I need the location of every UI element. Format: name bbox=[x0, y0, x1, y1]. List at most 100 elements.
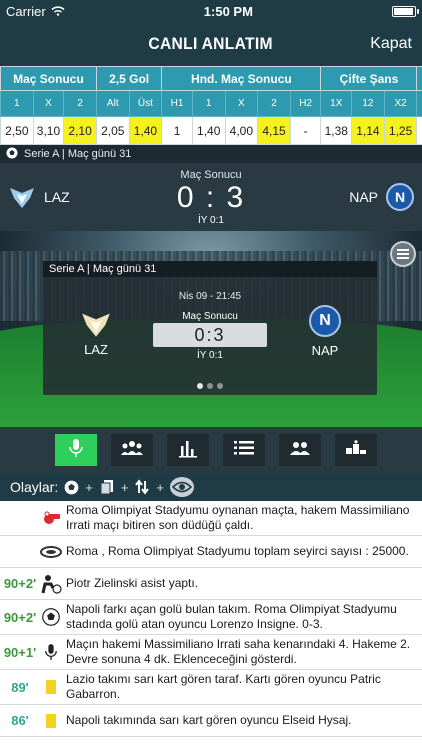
score-center: Maç Sonucu 0 : 3 İY 0:1 bbox=[177, 169, 245, 226]
away-team[interactable]: NAP N bbox=[349, 183, 414, 211]
event-row[interactable]: 90+2' Napoli farkı açan golü bulan takım.… bbox=[0, 600, 422, 635]
event-row[interactable]: 90+1' Maçın hakemi Massimiliano Irrati sa… bbox=[0, 635, 422, 670]
event-minute: 90+2' bbox=[3, 576, 37, 591]
tab-players[interactable] bbox=[279, 434, 321, 466]
odds-column-label: 2 bbox=[257, 90, 291, 117]
odds-value-cell[interactable]: 1 bbox=[161, 116, 193, 145]
standings-icon bbox=[345, 439, 367, 461]
odds-table: Maç Sonucu 2,5 Gol Hnd. Maç Sonucu Çifte Şa… bbox=[0, 66, 422, 145]
event-row[interactable]: 89' Lazio takımı sarı kart gören taraf. K… bbox=[0, 670, 422, 705]
events-filter-bar: Olaylar: + + + bbox=[0, 473, 422, 501]
match-card[interactable]: Serie A | Maç günü 31 Nis 09 - 21:45 LAZ… bbox=[43, 261, 377, 395]
tab-lineups[interactable] bbox=[111, 434, 153, 466]
substitution-icon bbox=[135, 479, 150, 495]
league-bar: Serie A | Maç günü 31 bbox=[0, 145, 422, 163]
filter-substitutions[interactable] bbox=[134, 479, 150, 495]
lineup-icon bbox=[120, 439, 144, 462]
list-icon bbox=[233, 440, 255, 461]
event-row[interactable]: 90+2' Piotr Zielinski asist yaptı. bbox=[0, 568, 422, 600]
lazio-crest-icon bbox=[8, 184, 36, 210]
event-text: Roma Olimpiyat Stadyumu oynanan maçta, h… bbox=[66, 503, 410, 532]
odds-column-header: 1 X 2 Alt Üst H1 1 X 2 H2 1X 12 X2 bbox=[0, 90, 422, 117]
nav-bar: CANLI ANLATIM Kapat bbox=[0, 22, 422, 66]
odds-values-row: 2,50 3,10 2,10 2,05 1,40 1 1,40 4,00 4,15-1,38 1,… bbox=[0, 116, 422, 145]
odds-value-cell[interactable]: - bbox=[289, 116, 322, 145]
scoreboard: LAZ Maç Sonucu 0 : 3 İY 0:1 NAP N bbox=[0, 163, 422, 231]
filter-goals[interactable] bbox=[64, 480, 79, 495]
odds-column-label bbox=[416, 90, 422, 117]
event-text: Napoli takımında sarı kart gören oyuncu … bbox=[66, 713, 352, 727]
page-dot[interactable] bbox=[217, 383, 223, 389]
odds-value-cell[interactable]: 2,05 bbox=[95, 116, 130, 145]
tab-commentary[interactable] bbox=[55, 434, 97, 466]
odds-value-cell[interactable]: 3,10 bbox=[32, 116, 65, 145]
filter-cards[interactable] bbox=[99, 479, 115, 495]
event-minute: 90+2' bbox=[3, 609, 37, 625]
close-button[interactable]: Kapat bbox=[370, 35, 412, 53]
card-away-team: N NAP bbox=[309, 305, 341, 358]
match-date: Nis 09 - 21:45 bbox=[178, 291, 242, 302]
carrier-group: Carrier bbox=[6, 4, 65, 19]
league-label: Serie A | Maç günü 31 bbox=[24, 148, 132, 160]
page-title: CANLI ANLATIM bbox=[148, 34, 274, 53]
odds-column-label: 1 bbox=[191, 90, 226, 117]
odds-value-cell[interactable]: 1,14 bbox=[351, 116, 385, 145]
odds-value-cell[interactable]: 4,00 bbox=[224, 116, 259, 145]
plus-icon: + bbox=[120, 479, 129, 495]
odds-column-label: H1 bbox=[161, 90, 193, 117]
odds-value-cell[interactable]: 1,40 bbox=[128, 116, 163, 145]
score: 0 : 3 bbox=[176, 181, 246, 214]
event-text: Roma , Roma Olimpiyat Stadyumu toplam se… bbox=[66, 544, 409, 558]
half-time-score: İY 0:1 bbox=[198, 215, 224, 226]
odds-value-cell[interactable]: 4,15 bbox=[257, 116, 291, 145]
event-minute: 86' bbox=[11, 713, 29, 728]
page-dot[interactable] bbox=[207, 383, 213, 389]
odds-value-cell[interactable]: 1,25 bbox=[383, 116, 418, 145]
cards-icon bbox=[100, 480, 113, 495]
odds-value-cell[interactable]: 1,38 bbox=[320, 116, 353, 145]
stadium-view: Serie A | Maç günü 31 Nis 09 - 21:45 LAZ… bbox=[0, 231, 422, 427]
event-minute: 89' bbox=[11, 679, 29, 695]
odds-column-label: 1 bbox=[0, 90, 34, 117]
odds-group-header: Maç Sonucu 2,5 Gol Hnd. Maç Sonucu Çifte Şa… bbox=[0, 66, 422, 91]
eye-icon[interactable] bbox=[170, 477, 195, 497]
odds-group-label: İl bbox=[416, 66, 422, 91]
odds-value-cell[interactable]: 2,50 bbox=[0, 116, 34, 145]
plus-icon: + bbox=[85, 479, 93, 495]
ball-icon bbox=[6, 147, 18, 162]
status-bar: Carrier 1:50 PM bbox=[0, 0, 422, 22]
home-team[interactable]: LAZ bbox=[8, 184, 70, 210]
tab-statistics[interactable] bbox=[167, 434, 209, 466]
odds-value-cell[interactable]: 2,10 bbox=[63, 116, 97, 145]
event-minute: 90+1' bbox=[3, 644, 37, 660]
microphone-icon bbox=[68, 438, 84, 463]
microphone-icon bbox=[40, 642, 62, 662]
card-away-team-name: NAP bbox=[311, 343, 339, 358]
event-row[interactable]: Roma , Roma Olimpiyat Stadyumu toplam se… bbox=[0, 536, 422, 568]
odds-column-label: Üst bbox=[128, 90, 163, 117]
page-dot[interactable] bbox=[197, 383, 203, 389]
events-label: Olaylar: bbox=[10, 479, 59, 495]
icon-tab-bar bbox=[0, 427, 422, 473]
odds-column-label: X2 bbox=[383, 90, 418, 117]
match-card-header: Serie A | Maç günü 31 bbox=[43, 261, 377, 277]
battery-group bbox=[392, 5, 419, 17]
event-text: Napoli farkı açan golü bulan takım. Roma… bbox=[66, 602, 397, 631]
odds-value-cell[interactable]: 1,40 bbox=[191, 116, 226, 145]
plus-icon: + bbox=[156, 479, 165, 495]
tab-standings[interactable] bbox=[335, 434, 377, 466]
odds-group-label: Hnd. Maç Sonucu bbox=[161, 66, 322, 91]
odds-column-label: X bbox=[32, 90, 65, 117]
event-text: Piotr Zielinski asist yaptı. bbox=[66, 576, 199, 590]
card-score: 0:3 bbox=[153, 323, 267, 347]
event-row[interactable]: 86' Napoli takımında sarı kart gören oyun… bbox=[0, 705, 422, 737]
clock: 1:50 PM bbox=[203, 3, 253, 19]
event-row[interactable]: Roma Olimpiyat Stadyumu oynanan maçta, h… bbox=[0, 501, 422, 536]
menu-button[interactable] bbox=[390, 241, 416, 267]
yellow-card-icon bbox=[40, 680, 62, 694]
yellow-card-icon bbox=[40, 713, 62, 728]
ball-icon bbox=[64, 480, 79, 494]
page-indicator[interactable] bbox=[43, 383, 377, 389]
odds-value-cell[interactable] bbox=[416, 116, 422, 145]
tab-events-list[interactable] bbox=[223, 434, 265, 466]
